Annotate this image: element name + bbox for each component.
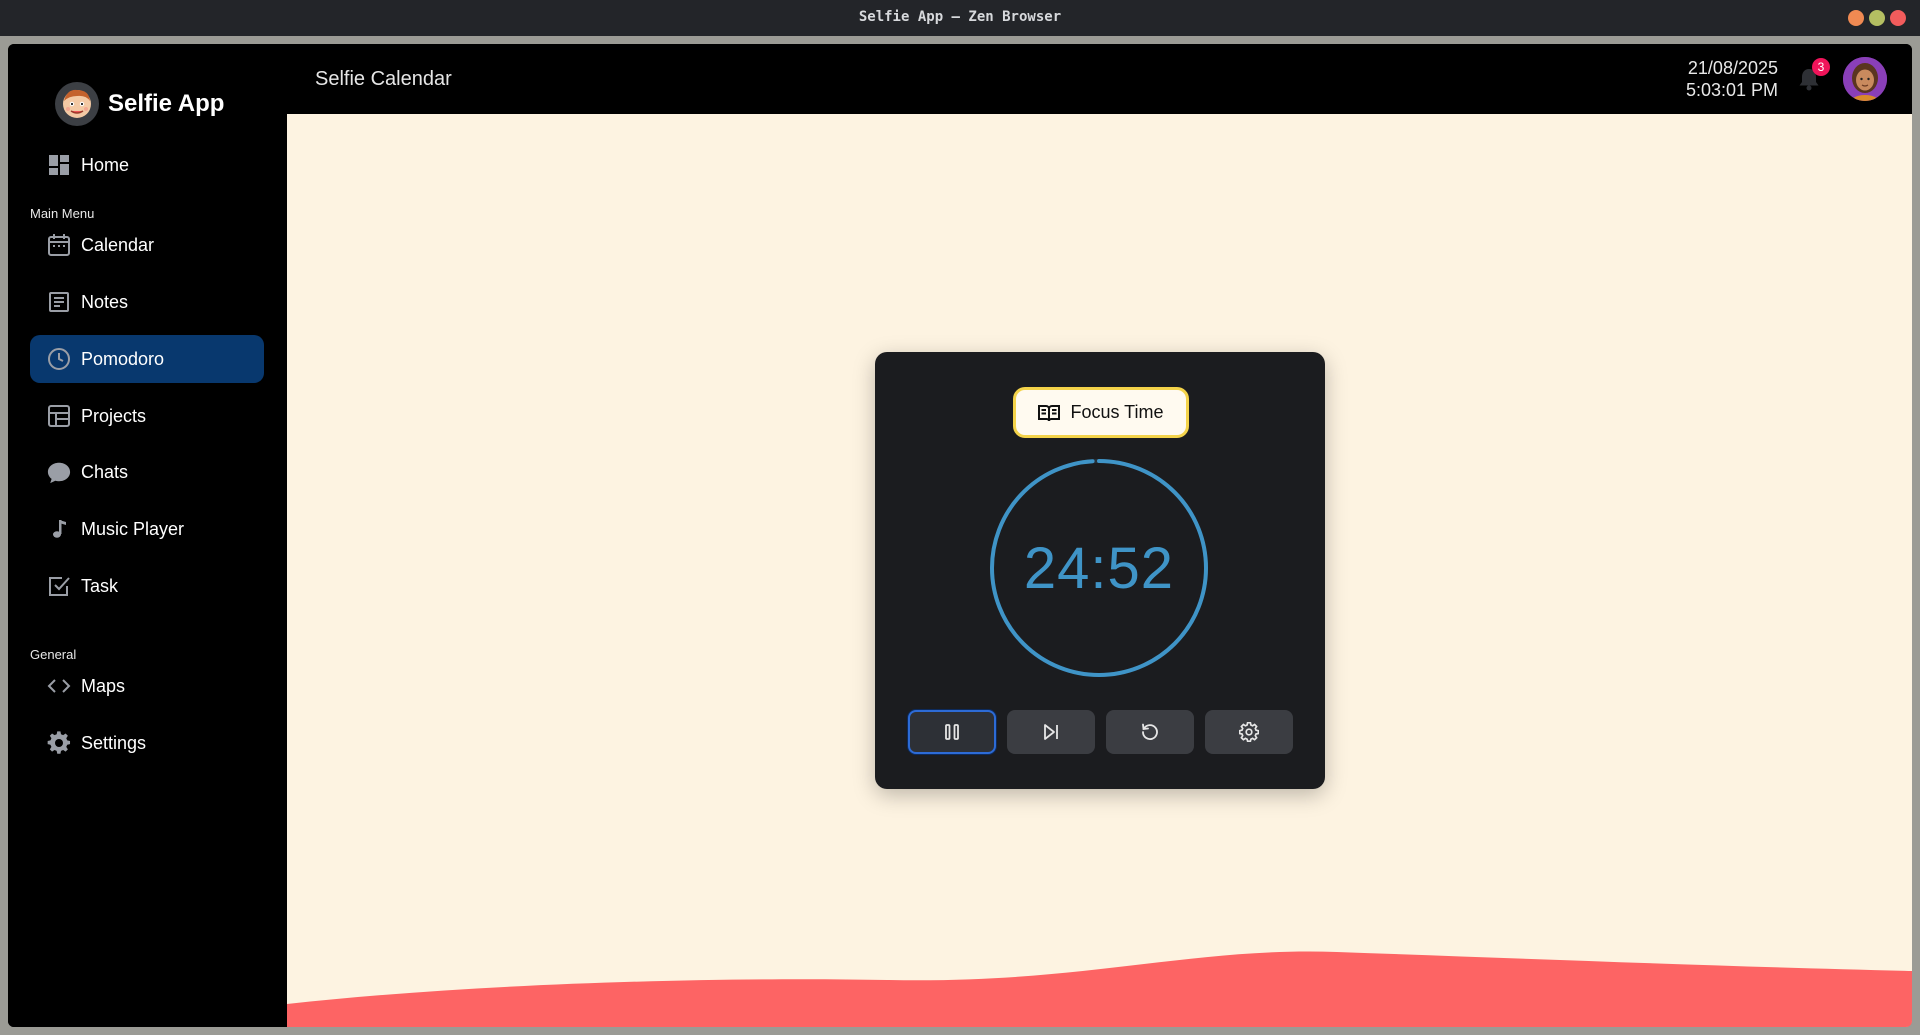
pause-button[interactable] xyxy=(908,710,996,754)
gear-icon xyxy=(1239,722,1259,742)
sidebar-item-pomodoro[interactable]: Pomodoro xyxy=(30,335,264,383)
notes-icon xyxy=(47,290,71,314)
checkbox-icon xyxy=(47,574,71,598)
notification-count-badge: 3 xyxy=(1812,58,1830,76)
sidebar-item-projects[interactable]: Projects xyxy=(30,392,264,440)
mode-selector-button[interactable]: Focus Time xyxy=(1013,387,1189,438)
sidebar-item-home[interactable]: Home xyxy=(30,141,264,189)
sidebar-item-label: Calendar xyxy=(81,234,155,255)
brand[interactable]: Selfie App xyxy=(55,80,224,128)
calendar-icon xyxy=(47,233,71,257)
mode-label: Focus Time xyxy=(1070,402,1164,422)
dashboard-icon xyxy=(47,153,71,177)
reset-icon xyxy=(1140,722,1160,742)
window-title: Selfie App — Zen Browser xyxy=(858,9,1062,25)
user-avatar[interactable] xyxy=(1843,57,1887,101)
reset-button[interactable] xyxy=(1106,710,1194,754)
datetime-display: 21/08/2025 5:03:01 PM xyxy=(1686,57,1778,101)
clock-icon xyxy=(47,347,71,371)
section-label-main-menu: Main Menu xyxy=(30,206,95,221)
sidebar-item-label: Task xyxy=(81,575,119,596)
sidebar-item-music-player[interactable]: Music Player xyxy=(30,505,264,553)
skip-button[interactable] xyxy=(1007,710,1095,754)
sidebar-item-settings[interactable]: Settings xyxy=(30,719,264,767)
sidebar-item-task[interactable]: Task xyxy=(30,562,264,610)
sidebar-item-label: Music Player xyxy=(81,518,185,539)
code-brackets-icon xyxy=(47,674,71,698)
pause-icon xyxy=(944,723,960,741)
current-time: 5:03:01 PM xyxy=(1685,80,1778,100)
timer-display: 24:52 xyxy=(1023,535,1175,601)
sidebar-item-label: Home xyxy=(81,154,130,175)
sidebar-item-label: Projects xyxy=(81,405,147,426)
music-note-icon xyxy=(47,517,71,541)
page-title: Selfie Calendar xyxy=(315,68,452,90)
sidebar-item-notes[interactable]: Notes xyxy=(30,278,264,326)
section-label-general: General xyxy=(30,647,77,662)
sidebar: Selfie App Home Main Menu Calendar Notes xyxy=(8,44,287,1027)
top-header: Selfie Calendar 21/08/2025 5:03:01 PM 3 xyxy=(287,44,1912,114)
sidebar-item-calendar[interactable]: Calendar xyxy=(30,221,264,269)
skip-next-icon xyxy=(1042,723,1060,741)
decorative-wave xyxy=(287,951,1912,1027)
chat-bubble-icon xyxy=(47,460,71,484)
sidebar-item-label: Maps xyxy=(81,675,126,696)
sidebar-item-label: Chats xyxy=(81,461,129,482)
app-root: Selfie App Home Main Menu Calendar Notes xyxy=(8,44,1912,1027)
gear-icon xyxy=(47,731,71,755)
main-content: Focus Time 24:52 xyxy=(287,114,1912,1027)
sidebar-item-label: Notes xyxy=(81,291,129,312)
window-close-button[interactable] xyxy=(1890,10,1906,26)
table-icon xyxy=(47,404,71,428)
window-titlebar: Selfie App — Zen Browser xyxy=(0,0,1920,36)
sidebar-item-label: Settings xyxy=(81,732,147,753)
app-logo-icon xyxy=(55,82,99,126)
app-name: Selfie App xyxy=(108,90,225,117)
window-minimize-button[interactable] xyxy=(1848,10,1864,26)
window-maximize-button[interactable] xyxy=(1869,10,1885,26)
pomodoro-card: Focus Time 24:52 xyxy=(875,352,1325,789)
sidebar-item-label: Pomodoro xyxy=(81,348,165,369)
sidebar-item-maps[interactable]: Maps xyxy=(30,662,264,710)
timer-settings-button[interactable] xyxy=(1205,710,1293,754)
current-date: 21/08/2025 xyxy=(1687,58,1778,78)
book-open-icon xyxy=(1038,403,1061,423)
sidebar-item-chats[interactable]: Chats xyxy=(30,448,264,496)
